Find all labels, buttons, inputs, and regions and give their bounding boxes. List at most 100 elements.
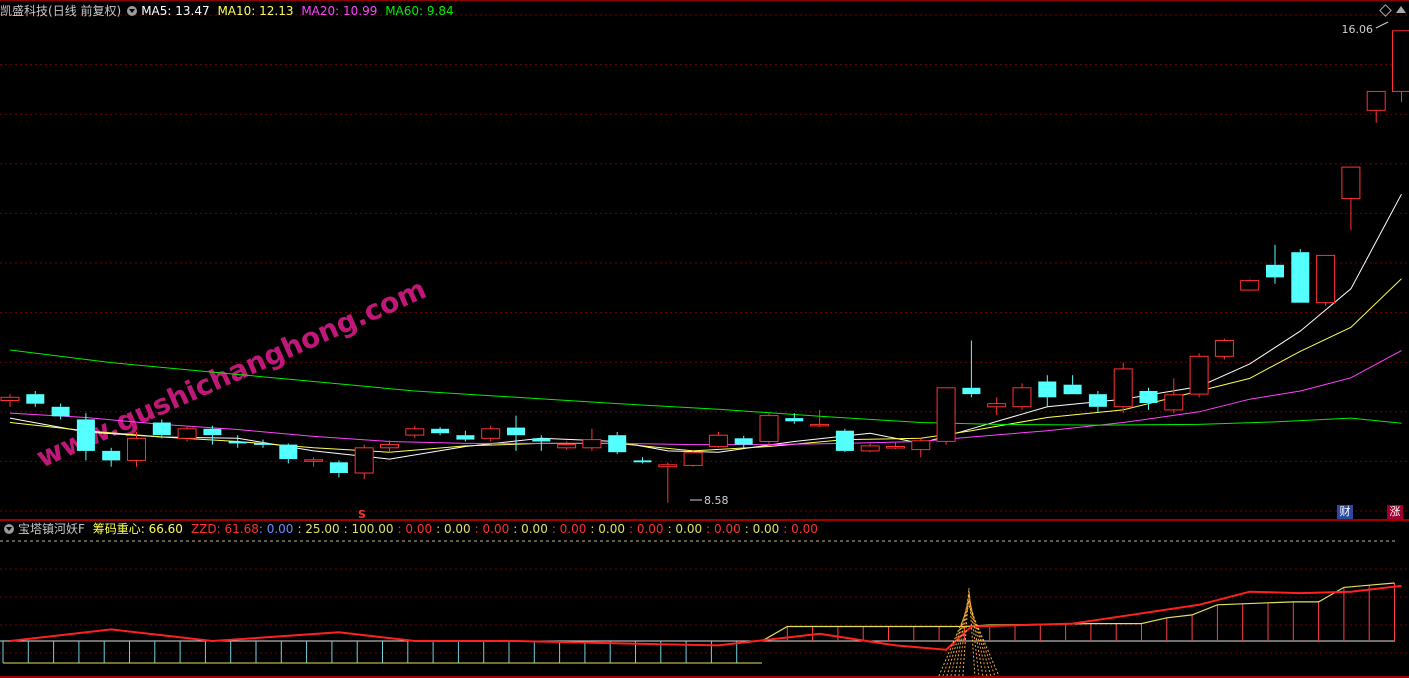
candle-up (177, 428, 197, 439)
candle-up (1366, 90, 1386, 111)
candle-down (254, 443, 272, 445)
ma60-value: MA60: 9.84 (385, 4, 454, 18)
candle-up (759, 415, 779, 443)
high-price-pointer (1375, 21, 1389, 29)
indicator-name[interactable]: 宝塔镇河妖F (18, 522, 85, 536)
ma5-value: MA5: 13.47 (141, 4, 210, 18)
candle-up (683, 452, 703, 466)
candle-down (1063, 384, 1082, 395)
indicator-value: : 0.00 (474, 522, 510, 536)
ma20-value: MA20: 10.99 (301, 4, 378, 18)
chip-center-line (761, 582, 1395, 642)
candle-down (102, 450, 121, 461)
indicator-value: : 0.00 (258, 522, 294, 536)
candles (0, 30, 1409, 503)
spike-line (942, 601, 996, 677)
candle-up (127, 437, 146, 461)
candle-up (1316, 254, 1336, 304)
low-price-label: 8.58 (704, 494, 729, 507)
main-header: 凯盛科技(日线 前复权) MA5: 13.47 MA10: 12.13 MA20:… (0, 1, 458, 21)
candle-down (785, 418, 804, 422)
indicator-value: : 0.00 (783, 522, 818, 536)
indicator-value: : 0.00 (744, 522, 780, 536)
candle-down (456, 435, 475, 440)
candle-up (987, 403, 1007, 408)
candle-down (51, 406, 70, 417)
indicator-value: : 0.00 (513, 522, 548, 536)
candle-down (1088, 394, 1107, 407)
indicator-plot (0, 582, 1402, 664)
candle-up (1113, 368, 1133, 408)
indicator-value: : 0.00 (590, 522, 625, 536)
candle-up (304, 459, 324, 462)
main-grid (0, 14, 1409, 512)
candle-up (481, 428, 501, 439)
indicator-value: : 0.00 (706, 522, 741, 536)
candle-up (380, 444, 399, 449)
sub-grid (0, 540, 1409, 654)
candle-up (1392, 30, 1409, 92)
candle-up (658, 464, 678, 468)
dropdown-icon[interactable] (127, 6, 138, 16)
candle-down (1291, 252, 1310, 303)
ma10-value: MA10: 12.13 (217, 4, 294, 18)
candle-down (228, 441, 247, 444)
chart-collapse-icon[interactable] (1396, 6, 1406, 13)
indicator-value: : 0.00 (436, 522, 471, 536)
candle-up (354, 447, 374, 474)
candle-down (152, 422, 171, 436)
candle-down (1038, 381, 1057, 398)
high-price-label: 16.06 (1342, 23, 1374, 36)
candle-up (860, 445, 880, 452)
candle-down (734, 438, 753, 445)
candle-up (810, 423, 830, 427)
candle-down (1139, 391, 1158, 403)
candle-up (886, 446, 905, 449)
candle-up (708, 434, 728, 448)
candle-up (911, 440, 931, 451)
candle-up (557, 444, 577, 449)
indicator-value: : 100.00 (343, 522, 394, 536)
kline-chart: www.gushichanghong.com 16.06 8.58 S (0, 0, 1409, 678)
candle-down (633, 460, 652, 463)
candle-down (507, 427, 525, 436)
ma5-line (9, 193, 1402, 460)
candle-up (0, 396, 20, 401)
indicator-value: : 25.00 (297, 522, 340, 536)
period-label: (日线 前复权) (48, 4, 122, 18)
badge-rise[interactable]: 涨 (1387, 505, 1403, 519)
chip-center-value: 筹码重心: 66.60 (92, 522, 183, 536)
candle-up (1164, 394, 1184, 411)
candle-down (532, 438, 551, 442)
candle-up (936, 387, 956, 442)
indicator-value: : 0.00 (628, 522, 664, 536)
candle-up (1214, 340, 1234, 357)
candle-down (203, 428, 222, 436)
candle-down (431, 428, 450, 434)
candle-up (1341, 166, 1361, 200)
candle-down (608, 435, 627, 453)
zzd-value: ZZD: 61.68 (190, 522, 259, 536)
candle-up (405, 428, 425, 436)
spike-line (946, 598, 992, 677)
sub-header: 宝塔镇河妖F 筹码重心: 66.60 ZZD: 61.68: 0.00: 25.0… (0, 519, 826, 539)
candle-down (835, 430, 854, 451)
candle-down (26, 394, 45, 404)
candle-down (279, 444, 298, 460)
candle-down (76, 419, 95, 451)
candle-down (329, 462, 348, 473)
candle-up (1012, 387, 1032, 408)
stock-name[interactable]: 凯盛科技 (0, 4, 48, 18)
candle-down (962, 387, 981, 395)
moving-average-lines (9, 193, 1402, 460)
indicator-value: : 0.00 (551, 522, 587, 536)
indicator-values: : 0.00: 25.00: 100.00: 0.00: 0.00: 0.00:… (259, 522, 822, 536)
candle-up (1240, 280, 1260, 291)
indicator-dropdown-icon[interactable] (4, 524, 14, 534)
indicator-value: : 0.00 (667, 522, 703, 536)
candle-up (582, 439, 602, 449)
badge-finance[interactable]: 财 (1337, 505, 1353, 519)
candle-down (1266, 264, 1284, 278)
zzd-line (9, 584, 1402, 651)
indicator-value: : 0.00 (397, 522, 433, 536)
